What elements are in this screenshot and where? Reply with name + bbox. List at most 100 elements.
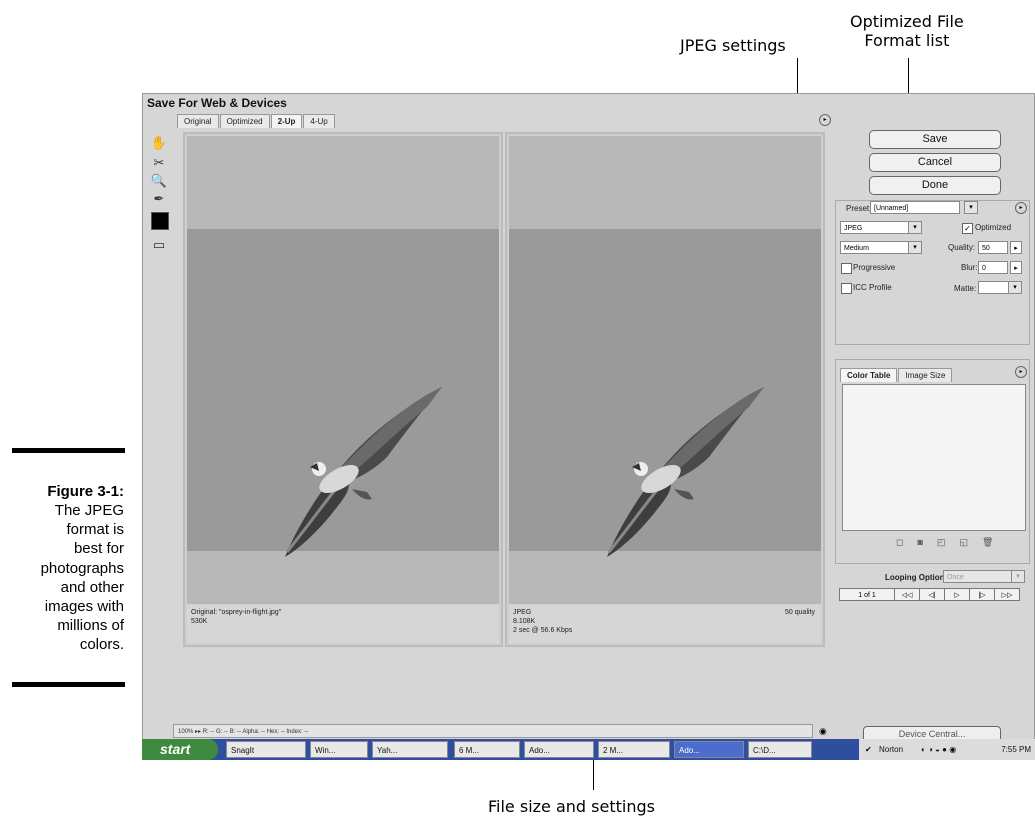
shift-color-icon[interactable]: ◱ xyxy=(959,537,982,547)
last-frame-button[interactable]: ▷▷ xyxy=(994,588,1020,601)
callout-format-list: Optimized File Format list xyxy=(850,12,964,50)
browser-preview-icon[interactable]: ◉ xyxy=(819,725,831,737)
system-tray: ✔ Norton ◐ ◑ ◒ ● ◉ 7:55 PM xyxy=(859,739,1035,760)
taskbar: start SnagIt Win... Yah... 6 M... Ado...… xyxy=(142,739,1035,760)
norton-icon[interactable]: ✔ xyxy=(865,739,872,760)
new-color-icon[interactable]: ◰ xyxy=(937,537,960,547)
icc-profile-checkbox[interactable] xyxy=(841,283,852,294)
color-table xyxy=(842,384,1026,531)
original-info: Original: "osprey-in-flight.jpg" 530K xyxy=(187,605,499,643)
optimization-settings: Preset: [Unnamed] ▾ ▸ JPEG ▾ ✓ Optimized … xyxy=(835,200,1030,345)
optimized-preview-pane: JPEG 8.108K 2 sec @ 56.6 Kbps 50 quality xyxy=(505,132,825,647)
taskbar-item-explorer[interactable]: C:\D... xyxy=(748,741,812,758)
optimized-quality: 50 quality xyxy=(785,609,815,616)
original-size: 530K xyxy=(191,618,208,625)
optimized-size: 8.108K xyxy=(513,618,536,625)
original-filename: Original: "osprey-in-flight.jpg" xyxy=(191,609,282,616)
preset-label: Preset: xyxy=(846,204,872,213)
taskbar-item-dreamweaver[interactable]: Ado... xyxy=(524,741,594,758)
tab-4up[interactable]: 4-Up xyxy=(303,114,335,128)
quality-slider-icon[interactable]: ▸ xyxy=(1010,241,1022,254)
blur-label: Blur: xyxy=(961,263,978,272)
tab-image-size[interactable]: Image Size xyxy=(898,368,953,382)
trash-icon[interactable]: 🗑 xyxy=(982,537,1007,547)
chevron-down-icon: ▾ xyxy=(908,222,921,233)
color-table-menu-icon[interactable]: ▸ xyxy=(1015,366,1027,378)
save-button[interactable]: Save xyxy=(869,130,1001,149)
taskbar-item-windows[interactable]: Win... xyxy=(310,741,368,758)
osprey-image xyxy=(285,387,442,557)
callout-jpeg-settings: JPEG settings xyxy=(680,36,786,55)
looping-options-label: Looping Options: xyxy=(885,573,952,582)
preset-select[interactable]: [Unnamed] xyxy=(870,201,960,214)
matte-select[interactable]: ▾ xyxy=(978,281,1022,294)
download-time: 2 sec @ 56.6 Kbps xyxy=(513,627,573,634)
looping-options-select[interactable]: Once ▾ xyxy=(943,570,1025,583)
lock-color-icon[interactable]: ◙ xyxy=(917,537,936,547)
preview-image-area xyxy=(509,229,821,557)
frame-counter: 1 of 1 xyxy=(839,588,895,601)
clock: 7:55 PM xyxy=(1001,745,1031,754)
taskbar-item-snagit[interactable]: SnagIt xyxy=(226,741,306,758)
web-snap-icon[interactable]: ◻ xyxy=(896,537,917,547)
quality-input[interactable]: 50 xyxy=(978,241,1008,254)
preview-menu-icon[interactable]: ▸ xyxy=(819,114,831,126)
callout-file-size: File size and settings xyxy=(488,797,655,816)
quality-label: Quality: xyxy=(948,243,976,252)
preset-dropdown-icon[interactable]: ▾ xyxy=(964,201,978,214)
osprey-image xyxy=(607,387,764,557)
tab-color-table[interactable]: Color Table xyxy=(840,368,898,382)
status-bar: 100% ▸▸ R: -- G: -- B: -- Alpha: -- Hex:… xyxy=(173,724,813,738)
taskbar-item-photoshop[interactable]: Ado... xyxy=(674,741,744,758)
hand-tool-icon[interactable]: ✋ xyxy=(149,134,169,152)
progressive-checkbox[interactable] xyxy=(841,263,852,274)
caption-rule-top xyxy=(12,448,125,453)
taskbar-item-word[interactable]: 2 M... xyxy=(598,741,670,758)
animation-pager: 1 of 1 ◁◁ ◁| ▷ |▷ ▷▷ xyxy=(839,588,1020,601)
blur-slider-icon[interactable]: ▸ xyxy=(1010,261,1022,274)
taskbar-item-yahoo[interactable]: Yah... xyxy=(372,741,448,758)
optimized-label: Optimized xyxy=(975,223,1012,232)
original-preview-pane: Original: "osprey-in-flight.jpg" 530K xyxy=(183,132,503,647)
save-for-web-dialog: Save For Web & Devices Original Optimized… xyxy=(142,93,1035,743)
toggle-slices-icon[interactable]: ▭ xyxy=(149,236,169,254)
chevron-down-icon: ▾ xyxy=(1008,282,1021,293)
color-table-panel: Color Table Image Size ▸ ◻◙◰◱🗑 xyxy=(835,359,1030,564)
next-frame-button[interactable]: |▷ xyxy=(969,588,995,601)
compression-quality-select[interactable]: Medium ▾ xyxy=(840,241,922,254)
figure-caption: The JPEG format is best for photographs … xyxy=(40,502,124,654)
tray-icons: ◐ ◑ ◒ ● ◉ xyxy=(921,745,957,754)
caption-rule-bottom xyxy=(12,682,125,687)
color-table-actions: ◻◙◰◱🗑 xyxy=(896,537,1007,548)
slice-select-tool-icon[interactable]: ✂ xyxy=(149,154,169,172)
preview-image-area xyxy=(187,229,499,557)
chevron-down-icon: ▾ xyxy=(908,242,921,253)
first-frame-button[interactable]: ◁◁ xyxy=(894,588,920,601)
figure-label: Figure 3-1: xyxy=(47,483,124,500)
tab-original[interactable]: Original xyxy=(177,114,219,128)
zoom-tool-icon[interactable]: 🔍 xyxy=(149,172,169,190)
blur-input[interactable]: 0 xyxy=(978,261,1008,274)
cancel-button[interactable]: Cancel xyxy=(869,153,1001,172)
taskbar-item-group-1[interactable]: 6 M... xyxy=(454,741,520,758)
matte-label: Matte: xyxy=(954,284,977,293)
optimized-checkbox[interactable]: ✓ xyxy=(962,223,973,234)
play-button[interactable]: ▷ xyxy=(944,588,970,601)
eyedropper-color-swatch[interactable] xyxy=(151,212,169,230)
tab-optimized[interactable]: Optimized xyxy=(219,114,270,128)
optimized-format: JPEG xyxy=(513,609,532,616)
dialog-title: Save For Web & Devices xyxy=(147,96,287,110)
start-button[interactable]: start xyxy=(142,739,218,760)
view-tabs: Original Optimized 2-Up 4-Up xyxy=(177,114,336,128)
icc-profile-label: ICC Profile xyxy=(853,283,892,292)
file-format-select[interactable]: JPEG ▾ xyxy=(840,221,922,234)
done-button[interactable]: Done xyxy=(869,176,1001,195)
norton-label: Norton xyxy=(879,745,904,754)
chevron-down-icon: ▾ xyxy=(1011,571,1024,582)
eyedropper-tool-icon[interactable]: ✒ xyxy=(149,190,169,208)
optimize-menu-icon[interactable]: ▸ xyxy=(1015,202,1027,214)
progressive-label: Progressive xyxy=(853,263,896,272)
previous-frame-button[interactable]: ◁| xyxy=(919,588,945,601)
optimized-info: JPEG 8.108K 2 sec @ 56.6 Kbps 50 quality xyxy=(509,605,821,643)
tab-2up[interactable]: 2-Up xyxy=(270,114,303,128)
